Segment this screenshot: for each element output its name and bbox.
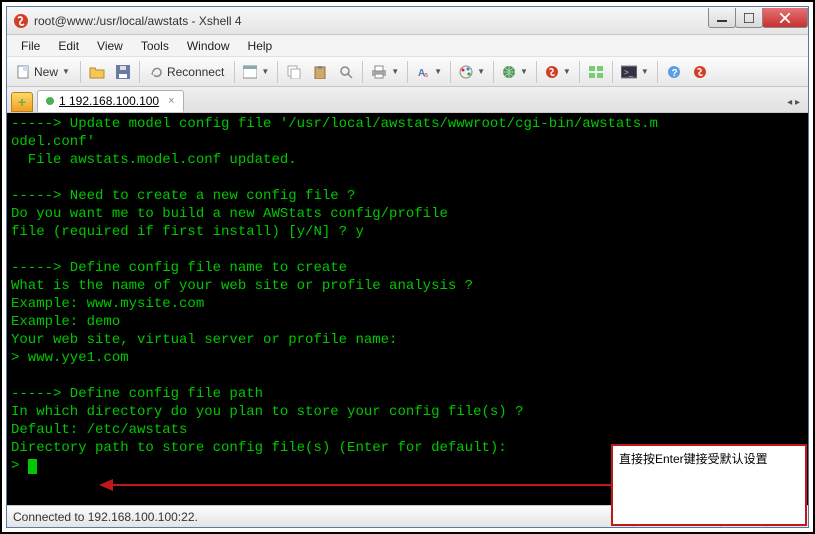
palette-icon xyxy=(459,65,473,79)
annotation-arrow xyxy=(111,484,611,486)
color-button[interactable]: ▼ xyxy=(455,60,489,84)
copy-icon xyxy=(287,65,301,79)
window-icon xyxy=(243,65,257,79)
add-tab-button[interactable]: + xyxy=(11,92,33,112)
tab-close-button[interactable]: × xyxy=(168,95,174,107)
window-buttons xyxy=(709,8,808,28)
menubar: File Edit View Tools Window Help xyxy=(7,35,808,57)
script-button[interactable]: ▼ xyxy=(498,60,532,84)
menu-view[interactable]: View xyxy=(89,37,131,55)
window-title: root@www:/usr/local/awstats - Xshell 4 xyxy=(34,14,709,28)
reconnect-icon xyxy=(150,65,164,79)
new-icon xyxy=(17,65,31,79)
annotation-text: 直接按Enter键接受默认设置 xyxy=(619,452,768,466)
search-icon xyxy=(339,65,353,79)
reconnect-label: Reconnect xyxy=(167,65,224,79)
status-connection: Connected to 192.168.100.100:22. xyxy=(13,510,198,524)
terminal-button[interactable]: >_▼ xyxy=(617,60,653,84)
svg-text:>_: >_ xyxy=(624,68,634,77)
folder-icon xyxy=(89,65,105,79)
about-button[interactable] xyxy=(688,60,712,84)
paste-icon xyxy=(313,65,327,79)
tab-overflow-button[interactable]: ◂ ▸ xyxy=(783,93,804,112)
svg-text:a: a xyxy=(424,72,428,79)
grid-icon xyxy=(588,65,604,79)
titlebar: root@www:/usr/local/awstats - Xshell 4 xyxy=(7,7,808,35)
menu-tools[interactable]: Tools xyxy=(133,37,177,55)
terminal-icon: >_ xyxy=(621,65,637,79)
new-label: New xyxy=(34,65,58,79)
menu-help[interactable]: Help xyxy=(240,37,281,55)
toolbar: New ▼ Reconnect ▼ ▼ Aa▼ ▼ ▼ ▼ >_▼ ? xyxy=(7,57,808,87)
status-dot-icon xyxy=(46,97,54,105)
find-button[interactable] xyxy=(334,60,358,84)
printer-icon xyxy=(371,65,387,79)
annotation-arrowhead xyxy=(99,479,113,491)
properties-button[interactable]: ▼ xyxy=(239,60,273,84)
reconnect-button[interactable]: Reconnect xyxy=(144,60,230,84)
open-button[interactable] xyxy=(85,60,109,84)
annotation-callout: 直接按Enter键接受默认设置 xyxy=(611,444,807,526)
maximize-button[interactable] xyxy=(735,8,763,28)
new-button[interactable]: New ▼ xyxy=(11,60,76,84)
minimize-button[interactable] xyxy=(708,8,736,28)
disk-icon xyxy=(116,65,130,79)
menu-file[interactable]: File xyxy=(13,37,48,55)
font-button[interactable]: Aa▼ xyxy=(412,60,446,84)
menu-edit[interactable]: Edit xyxy=(50,37,87,55)
menu-window[interactable]: Window xyxy=(179,37,238,55)
session-tab[interactable]: 1 192.168.100.100 × xyxy=(37,90,184,112)
print-button[interactable]: ▼ xyxy=(367,60,403,84)
copy-button[interactable] xyxy=(282,60,306,84)
xshell-button[interactable]: ▼ xyxy=(541,60,575,84)
xshell-icon xyxy=(545,65,559,79)
tabbar: + 1 192.168.100.100 × ◂ ▸ xyxy=(7,87,808,113)
help-button[interactable]: ? xyxy=(662,60,686,84)
font-icon: Aa xyxy=(416,65,430,79)
save-button[interactable] xyxy=(111,60,135,84)
svg-text:?: ? xyxy=(671,68,677,79)
globe-icon xyxy=(502,65,516,79)
xshell-small-icon xyxy=(693,65,707,79)
app-icon xyxy=(13,13,29,29)
help-icon: ? xyxy=(667,65,681,79)
close-button[interactable] xyxy=(762,8,808,28)
layout-button[interactable] xyxy=(584,60,608,84)
terminal-output: -----> Update model config file '/usr/lo… xyxy=(11,116,658,474)
tab-label: 1 192.168.100.100 xyxy=(59,94,159,108)
paste-button[interactable] xyxy=(308,60,332,84)
cursor xyxy=(28,459,37,474)
